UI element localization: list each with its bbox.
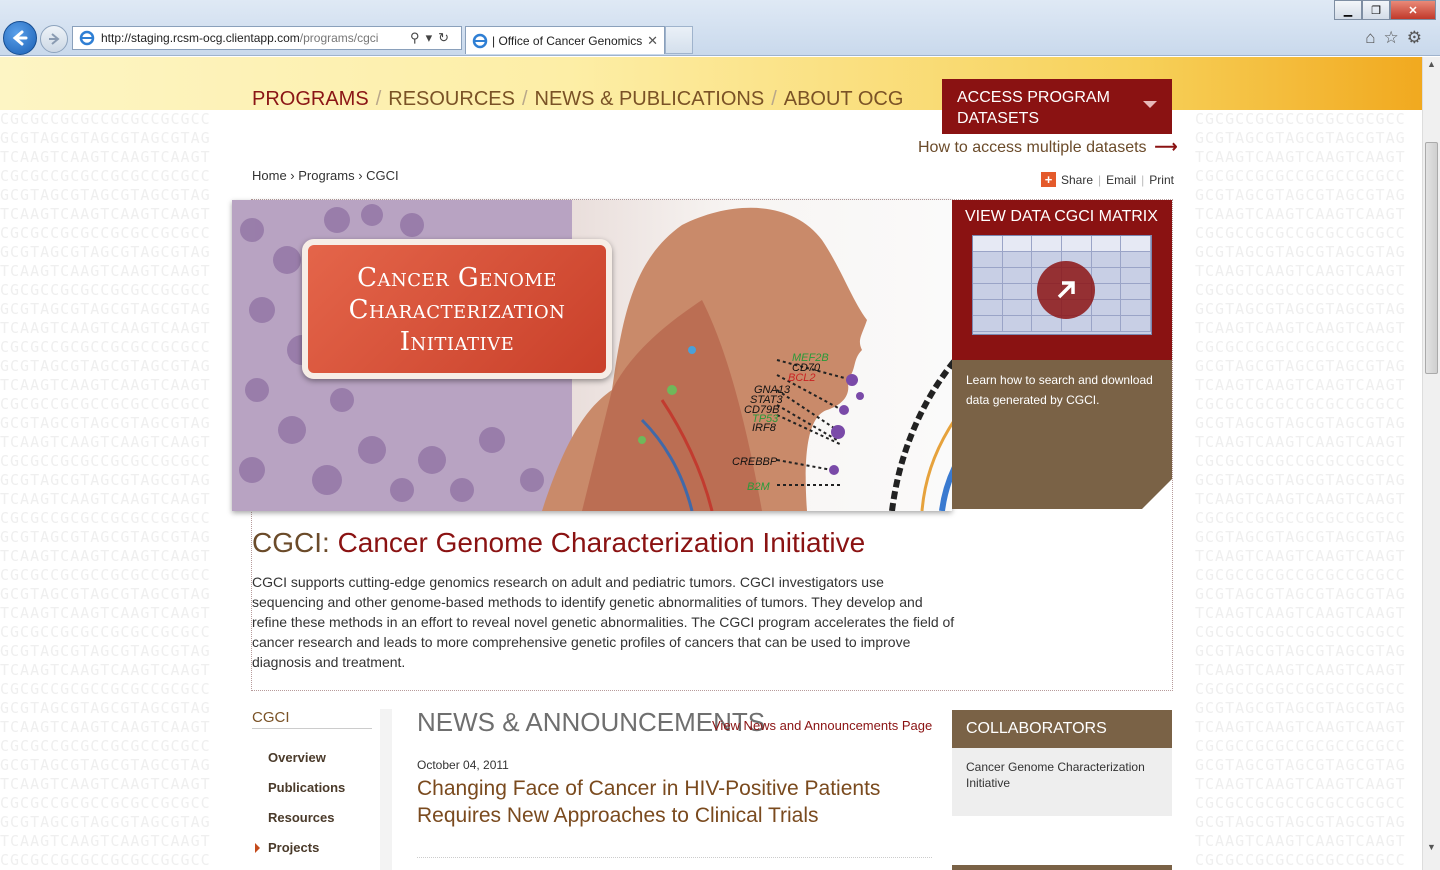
access-label-line2: DATASETS <box>957 110 1040 127</box>
forward-arrow-icon <box>49 33 60 45</box>
tab-ie-icon <box>472 33 488 48</box>
sidebar-divider <box>380 709 392 870</box>
matrix-title[interactable]: VIEW DATA CGCI MATRIX <box>965 208 1158 226</box>
matrix-thumbnail[interactable] <box>972 235 1152 335</box>
browser-chrome: http://staging.rcsm-ocg.clientapp.com/pr… <box>0 0 1440 56</box>
url-path: /programs/cgci <box>299 31 379 45</box>
nav-resources[interactable]: RESOURCES <box>388 88 515 111</box>
url-host: http://staging.rcsm-ocg.clientapp.com <box>101 31 300 45</box>
print-link[interactable]: Print <box>1149 173 1174 187</box>
arrow-right-icon: ⟶ <box>1154 139 1178 156</box>
howto-access-text: How to access multiple datasets <box>918 139 1147 156</box>
main-navigation: PROGRAMS / RESOURCES / NEWS & PUBLICATIO… <box>252 88 903 111</box>
chevron-down-icon <box>1143 101 1157 108</box>
back-button[interactable] <box>3 21 37 55</box>
access-program-datasets-button[interactable]: ACCESS PROGRAM DATASETS <box>942 79 1172 134</box>
gene-label: B2M <box>747 481 770 493</box>
page-title: CGCI: Cancer Genome Characterization Ini… <box>252 527 865 559</box>
email-link[interactable]: Email <box>1106 173 1136 187</box>
news-article-title[interactable]: Changing Face of Cancer in HIV-Positive … <box>417 775 937 829</box>
sidebar-item-overview[interactable]: Overview <box>252 743 372 773</box>
address-tools[interactable]: ⚲▾↻ <box>410 30 455 46</box>
browser-toolbar-icons: ⌂☆⚙ <box>1365 28 1430 48</box>
browser-tab[interactable]: | Office of Cancer Genomics ✕ <box>465 26 665 54</box>
howto-access-link[interactable]: How to access multiple datasets ⟶ <box>918 137 1177 157</box>
address-bar[interactable]: http://staging.rcsm-ocg.clientapp.com/pr… <box>72 26 462 50</box>
collaborators-heading: COLLABORATORS <box>952 710 1172 748</box>
scroll-down-icon[interactable]: ▼ <box>1423 842 1440 858</box>
share-plus-icon[interactable]: + <box>1041 172 1056 187</box>
tab-close-icon[interactable]: ✕ <box>647 33 658 49</box>
back-arrow-icon <box>12 30 28 46</box>
matrix-panel-top: VIEW DATA CGCI MATRIX <box>952 200 1172 360</box>
gene-label: IRF8 <box>752 422 776 434</box>
plate-line-1: Cancer Genome <box>357 263 557 293</box>
sidebar-item-projects[interactable]: Projects <box>252 833 372 863</box>
next-panel-header <box>952 865 1172 870</box>
hero-banner-image: Cancer Genome Characterization Initiativ… <box>232 200 952 511</box>
dna-pattern-right: CGCGCCGCGCCGCGCCGCGCC GCGTAGCGTAGCGTAGCG… <box>1195 110 1406 869</box>
search-icon[interactable]: ⚲ <box>410 30 426 45</box>
favorites-star-icon[interactable]: ☆ <box>1384 28 1407 47</box>
share-divider: | <box>1098 172 1102 187</box>
breadcrumb[interactable]: Home › Programs › CGCI <box>252 168 399 183</box>
gene-label: BCL2 <box>788 372 816 384</box>
sidebar-item-resources[interactable]: Resources <box>252 803 372 833</box>
share-divider: | <box>1141 172 1145 187</box>
program-description: CGCI supports cutting-edge genomics rese… <box>252 574 955 670</box>
nav-separator: / <box>771 88 777 110</box>
forward-button[interactable] <box>40 25 68 53</box>
home-icon[interactable]: ⌂ <box>1365 28 1383 47</box>
share-link[interactable]: Share <box>1061 173 1093 187</box>
program-full-name: Cancer Genome Characterization Initiativ… <box>337 527 866 558</box>
nav-separator: / <box>375 88 382 110</box>
ie-logo-icon <box>79 30 95 46</box>
nav-separator: / <box>521 88 528 110</box>
tab-title: | Office of Cancer Genomics <box>492 33 643 48</box>
collaborators-body[interactable]: Cancer Genome Characterization Initiativ… <box>952 748 1172 816</box>
gene-label: CREBBP <box>732 456 778 468</box>
share-toolbar: + Share | Email | Print <box>1041 172 1174 187</box>
minimize-button[interactable]: ▁ <box>1334 0 1362 20</box>
nav-about-ocg[interactable]: ABOUT OCG <box>784 88 904 111</box>
nav-programs[interactable]: PROGRAMS <box>252 88 369 111</box>
close-window-button[interactable]: ✕ <box>1390 0 1436 20</box>
news-date: October 04, 2011 <box>417 758 509 772</box>
matrix-description: Learn how to search and download data ge… <box>966 373 1153 407</box>
vertical-scrollbar[interactable]: ▲ ▼ <box>1422 57 1440 870</box>
program-title-plate: Cancer Genome Characterization Initiativ… <box>302 239 612 379</box>
panel-corner-fold <box>1142 479 1172 509</box>
scroll-thumb[interactable] <box>1425 142 1438 374</box>
plate-line-3: Initiative <box>399 327 515 357</box>
web-page: CGCGCCGCGCCGCGCCGCGCC GCGTAGCGTAGCGTAGCG… <box>0 57 1422 870</box>
plate-line-2: Characterization <box>348 295 566 325</box>
settings-gear-icon[interactable]: ⚙ <box>1407 28 1430 47</box>
scroll-up-icon[interactable]: ▲ <box>1423 59 1440 75</box>
section-sidebar: CGCI Overview Publications Resources Pro… <box>252 709 372 863</box>
new-tab-button[interactable] <box>665 26 693 54</box>
access-label-line1: ACCESS PROGRAM <box>957 89 1110 106</box>
program-abbr: CGCI: <box>252 527 330 558</box>
dna-pattern-left: CGCGCCGCGCCGCGCCGCGCC GCGTAGCGTAGCGTAGCG… <box>0 110 211 869</box>
maximize-button[interactable]: ❐ <box>1362 0 1390 20</box>
open-arrow-icon <box>1037 261 1095 319</box>
sidebar-item-publications[interactable]: Publications <box>252 773 372 803</box>
refresh-icon[interactable]: ↻ <box>438 30 455 45</box>
data-matrix-panel[interactable]: VIEW DATA CGCI MATRIX Learn how to searc… <box>952 200 1172 509</box>
sidebar-heading[interactable]: CGCI <box>252 709 372 729</box>
news-divider <box>417 857 932 858</box>
dropdown-icon[interactable]: ▾ <box>426 30 439 45</box>
nav-news-publications[interactable]: NEWS & PUBLICATIONS <box>535 88 765 111</box>
news-page-link[interactable]: View News and Announcements Page <box>712 718 932 733</box>
